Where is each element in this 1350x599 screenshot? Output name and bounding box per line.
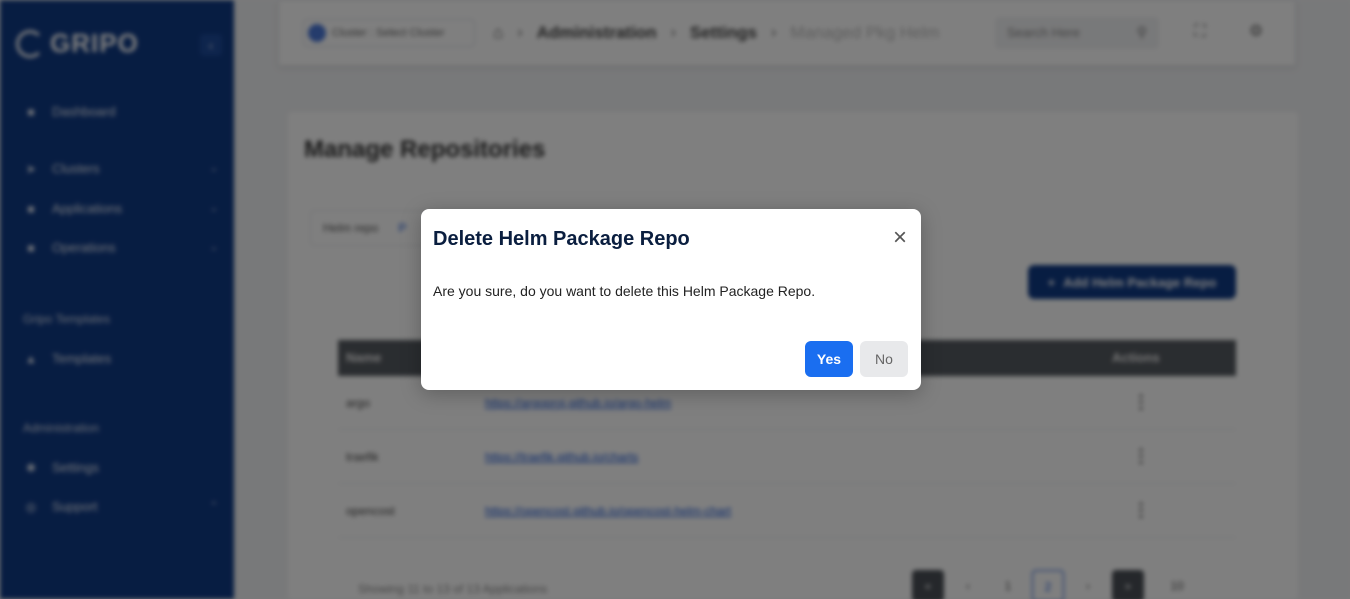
dialog-title: Delete Helm Package Repo [433,228,690,250]
yes-button[interactable]: Yes [805,341,853,377]
close-icon[interactable]: × [889,226,911,250]
delete-confirm-dialog: Delete Helm Package Repo × Are you sure,… [421,209,921,390]
dialog-message: Are you sure, do you want to delete this… [433,283,816,299]
no-button[interactable]: No [860,341,908,377]
